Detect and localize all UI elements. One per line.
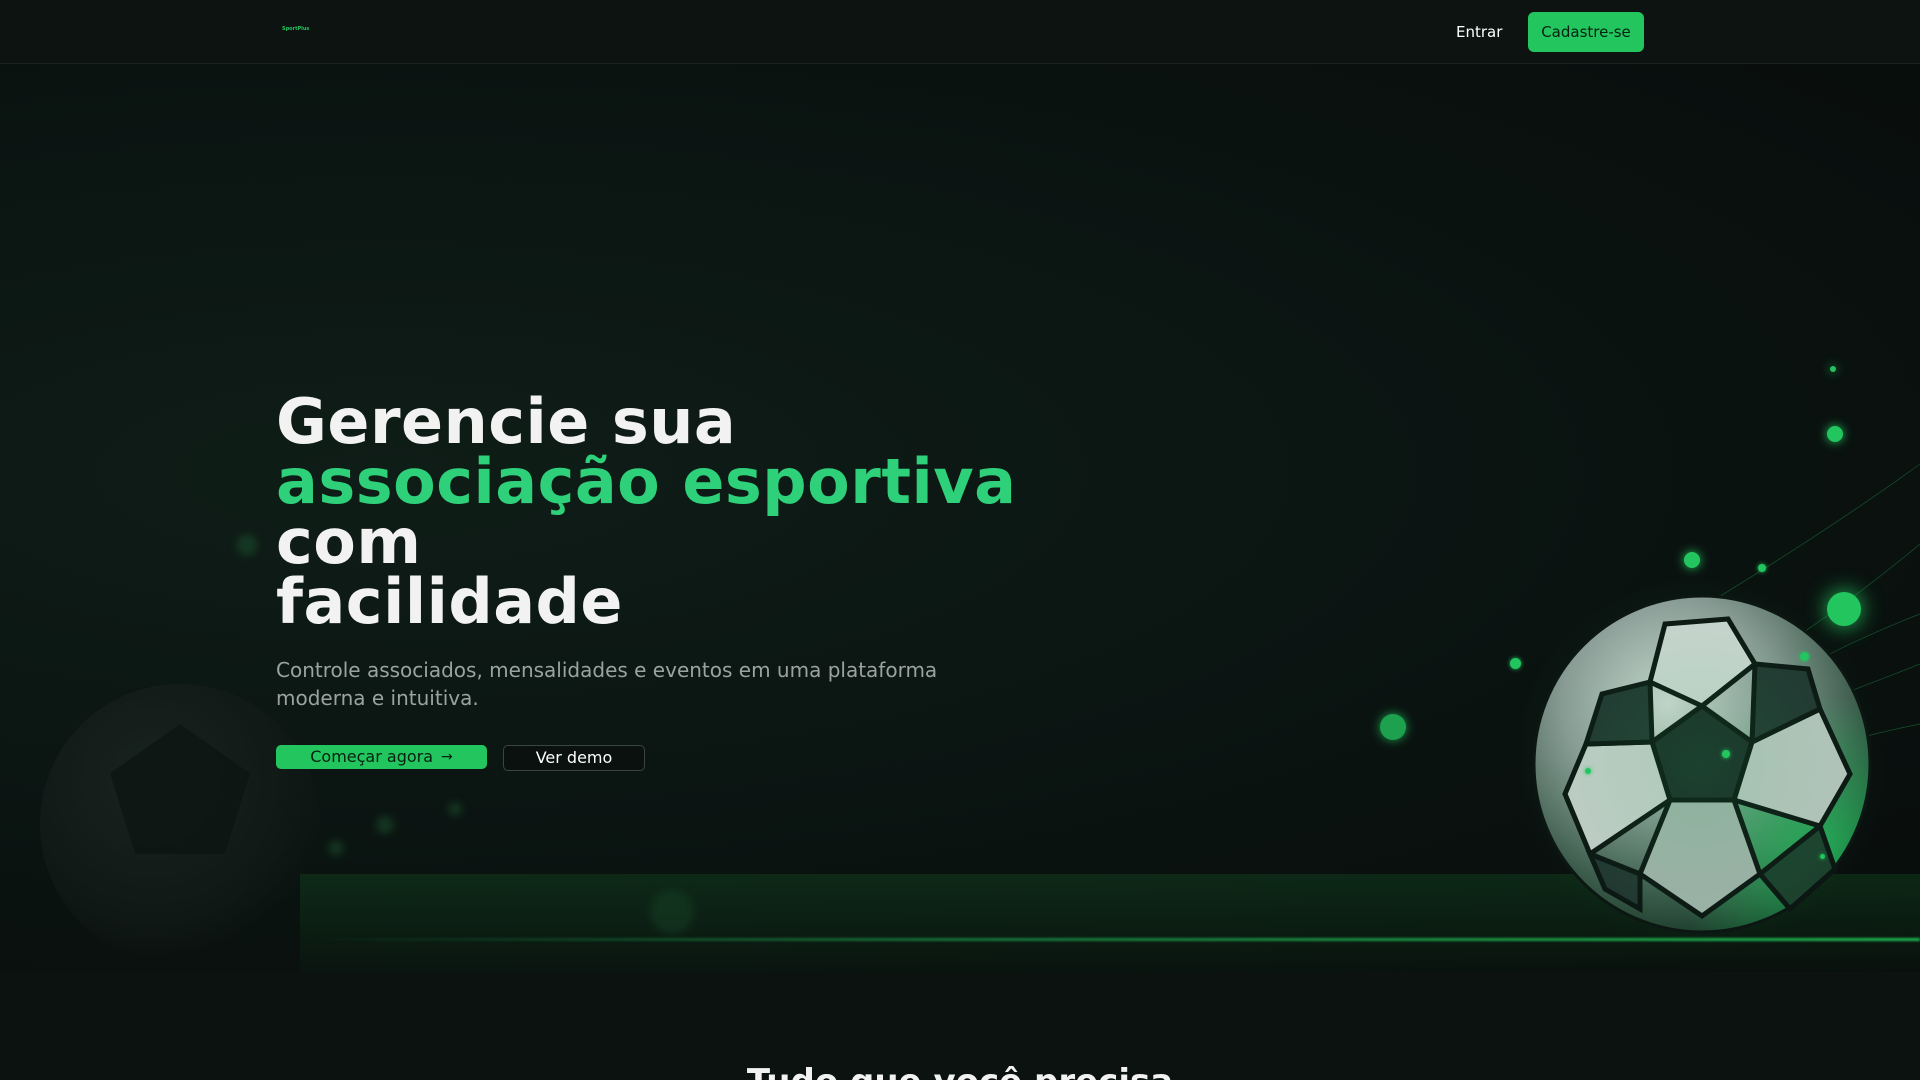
soccer-ball-illustration bbox=[1380, 364, 1920, 972]
hero-title-line4: facilidade bbox=[276, 565, 623, 638]
blur-particle bbox=[448, 802, 462, 816]
hero-subtitle: Controle associados, mensalidades e even… bbox=[276, 658, 938, 710]
login-button[interactable]: Entrar bbox=[1440, 18, 1518, 46]
view-demo-button[interactable]: Ver demo bbox=[503, 745, 645, 771]
get-started-label: Começar agora bbox=[310, 747, 434, 766]
ball-glow bbox=[1510, 574, 1890, 954]
glow-particle bbox=[1800, 652, 1809, 661]
blur-particle bbox=[236, 534, 258, 556]
glow-particle bbox=[1380, 714, 1406, 740]
hero-title: Gerencie sua associação esportiva com fa… bbox=[276, 391, 1036, 633]
glow-particle bbox=[1820, 854, 1825, 859]
glow-particle bbox=[1585, 768, 1591, 774]
glow-particle bbox=[1510, 658, 1521, 669]
top-navbar: SportPlus Entrar Cadastre-se bbox=[0, 0, 1920, 64]
arrow-right-icon: → bbox=[441, 749, 453, 765]
glow-particle bbox=[1830, 366, 1836, 372]
hero-section: Gerencie sua associação esportiva com fa… bbox=[0, 64, 1920, 972]
glow-particle bbox=[1827, 426, 1843, 442]
brand-logo[interactable]: SportPlus bbox=[282, 26, 309, 32]
glow-particle bbox=[1827, 592, 1861, 626]
blur-particle bbox=[376, 816, 394, 834]
glow-particle bbox=[1722, 750, 1730, 758]
get-started-button[interactable]: Começar agora → bbox=[276, 745, 487, 769]
blur-particle bbox=[328, 840, 344, 856]
glow-particle bbox=[1758, 564, 1766, 572]
signup-button[interactable]: Cadastre-se bbox=[1528, 12, 1644, 52]
blur-particle bbox=[650, 890, 694, 934]
glow-particle bbox=[1684, 552, 1700, 568]
features-heading: Tudo que você precisa bbox=[0, 1062, 1920, 1080]
